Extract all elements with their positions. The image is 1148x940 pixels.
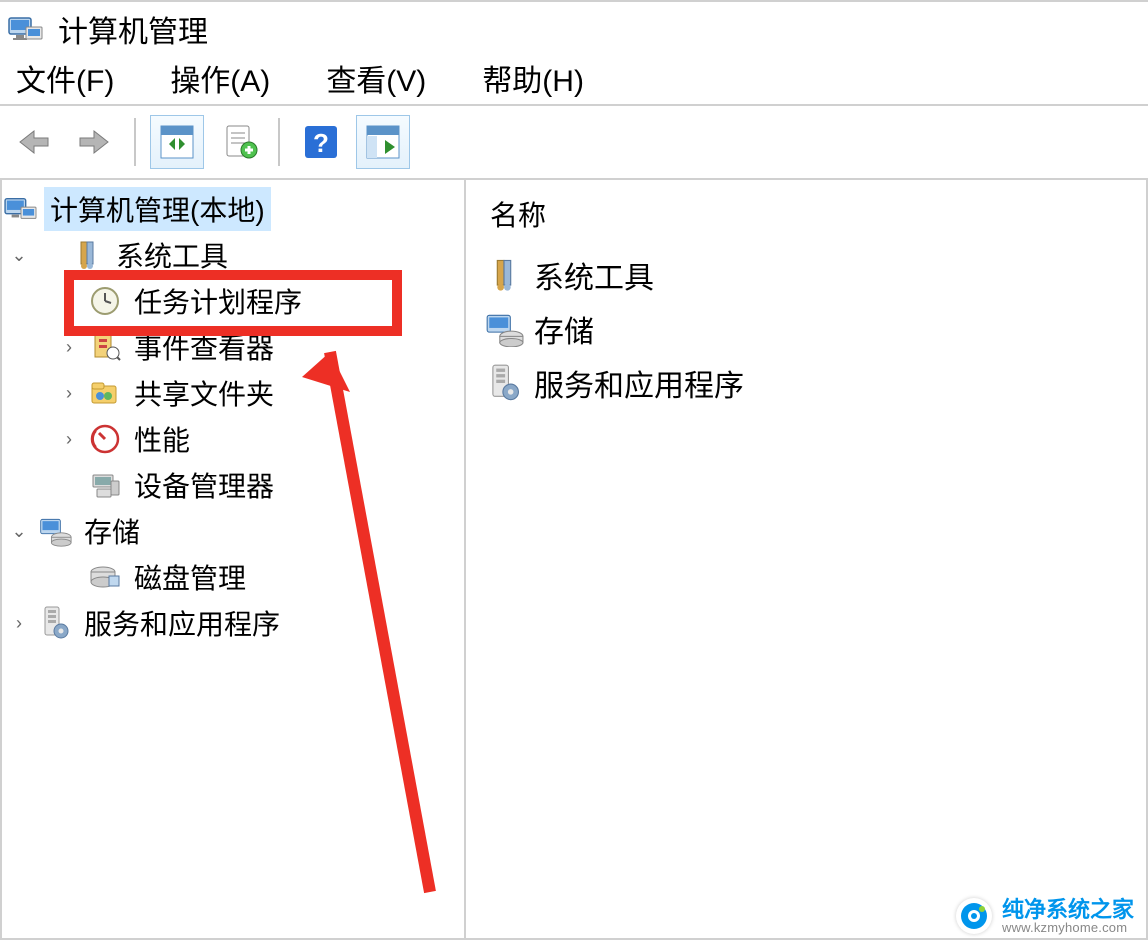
watermark-logo-icon xyxy=(956,898,992,934)
tree-shared-folders[interactable]: › 共享文件夹 xyxy=(2,370,464,416)
expand-toggle[interactable]: › xyxy=(56,291,82,312)
tree-storage-label: 存储 xyxy=(78,509,146,553)
storage-icon xyxy=(38,514,72,548)
menu-view[interactable]: 查看(V) xyxy=(326,56,426,100)
list-item[interactable]: 系统工具 xyxy=(484,248,1128,302)
tree-root-label: 计算机管理(本地) xyxy=(44,187,271,231)
window-title: 计算机管理 xyxy=(58,7,208,51)
list-item-label: 服务和应用程序 xyxy=(534,361,744,405)
list-item[interactable]: 存储 xyxy=(484,302,1128,356)
back-button[interactable] xyxy=(6,115,60,169)
tree-event-viewer[interactable]: › 事件查看器 xyxy=(2,324,464,370)
services-apps-icon xyxy=(38,606,72,640)
toolbar-separator xyxy=(134,118,138,166)
list-column-name[interactable]: 名称 xyxy=(484,190,1128,248)
tree-device-manager-label: 设备管理器 xyxy=(128,463,280,507)
tree-services-apps-label: 服务和应用程序 xyxy=(78,601,286,645)
watermark-brand: 纯净系统之家 xyxy=(1002,899,1134,921)
clock-icon xyxy=(88,284,122,318)
expand-toggle[interactable]: › xyxy=(56,337,82,358)
expand-toggle[interactable]: ⌄ xyxy=(6,245,32,266)
tree-storage[interactable]: ⌄ 存储 xyxy=(2,508,464,554)
computer-mgmt-icon xyxy=(4,192,38,226)
menu-bar: 文件(F) 操作(A) 查看(V) 帮助(H) xyxy=(0,52,1148,106)
tree-disk-mgmt[interactable]: 磁盘管理 xyxy=(2,554,464,600)
list-item[interactable]: 服务和应用程序 xyxy=(484,356,1128,410)
help-button[interactable]: ? xyxy=(294,115,348,169)
panel-nav-button[interactable] xyxy=(150,115,204,169)
expand-toggle[interactable]: › xyxy=(56,429,82,450)
tree-system-tools-label: 系统工具 xyxy=(110,233,234,277)
shared-folders-icon xyxy=(88,376,122,410)
list-pane: 名称 系统工具 xyxy=(466,180,1148,940)
forward-button[interactable] xyxy=(68,115,122,169)
menu-action[interactable]: 操作(A) xyxy=(170,56,270,100)
expand-toggle[interactable]: › xyxy=(6,613,32,634)
services-apps-icon xyxy=(484,363,524,403)
watermark-url: www.kzmyhome.com xyxy=(1002,921,1127,934)
list-item-label: 存储 xyxy=(534,307,594,351)
title-bar: 计算机管理 xyxy=(0,2,1148,52)
main-area: 计算机管理(本地) ⌄ 系统工具 › xyxy=(0,180,1148,940)
device-manager-icon xyxy=(88,468,122,502)
tree-disk-mgmt-label: 磁盘管理 xyxy=(128,555,252,599)
toolbar: ? xyxy=(0,106,1148,180)
list-item-label: 系统工具 xyxy=(534,253,654,297)
tree-performance-label: 性能 xyxy=(128,417,196,461)
tree-task-scheduler-label: 任务计划程序 xyxy=(128,279,308,323)
storage-icon xyxy=(484,309,524,349)
tree-task-scheduler[interactable]: › 任务计划程序 xyxy=(2,278,464,324)
tree-device-manager[interactable]: 设备管理器 xyxy=(2,462,464,508)
event-viewer-icon xyxy=(88,330,122,364)
menu-file[interactable]: 文件(F) xyxy=(16,56,114,100)
performance-icon xyxy=(88,422,122,456)
svg-text:?: ? xyxy=(313,128,329,158)
tree-services-apps[interactable]: › 服务和应用程序 xyxy=(2,600,464,646)
tree-root[interactable]: 计算机管理(本地) xyxy=(2,186,464,232)
disk-mgmt-icon xyxy=(88,560,122,594)
expand-toggle[interactable]: › xyxy=(56,383,82,404)
tree-system-tools[interactable]: ⌄ 系统工具 xyxy=(2,232,464,278)
show-panes-button[interactable] xyxy=(356,115,410,169)
watermark: 纯净系统之家 www.kzmyhome.com xyxy=(956,898,1134,934)
menu-help[interactable]: 帮助(H) xyxy=(482,56,584,100)
app-icon xyxy=(6,11,46,47)
tree-event-viewer-label: 事件查看器 xyxy=(128,325,280,369)
toolbar-separator xyxy=(278,118,282,166)
properties-button[interactable] xyxy=(212,115,266,169)
tools-icon xyxy=(70,238,104,272)
tree-shared-folders-label: 共享文件夹 xyxy=(128,371,280,415)
expand-toggle[interactable]: ⌄ xyxy=(6,521,32,542)
tree-performance[interactable]: › 性能 xyxy=(2,416,464,462)
tools-icon xyxy=(484,255,524,295)
tree-pane: 计算机管理(本地) ⌄ 系统工具 › xyxy=(0,180,466,940)
